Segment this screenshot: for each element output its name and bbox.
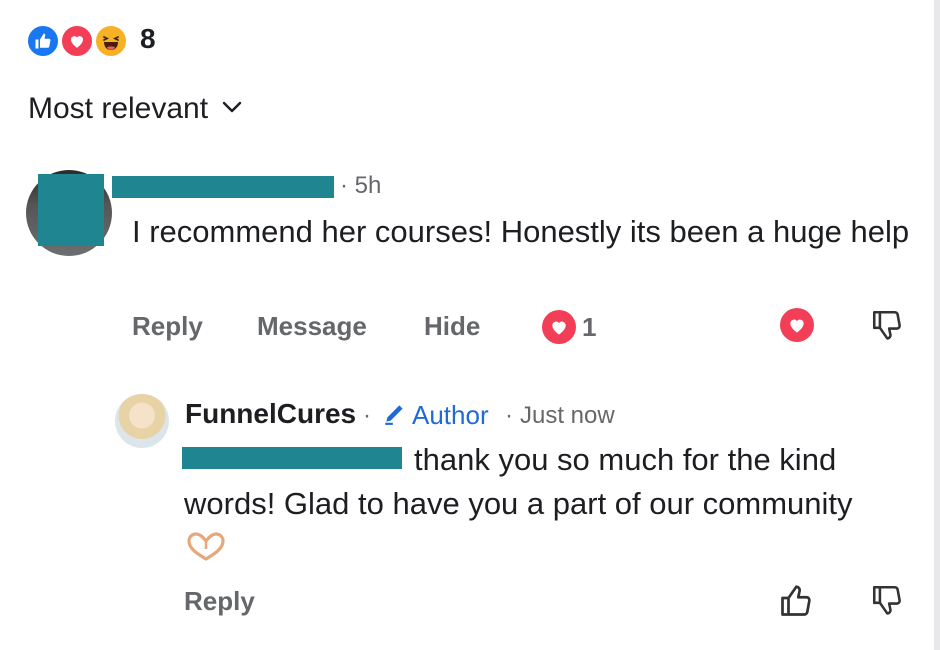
thumbs-up-icon — [778, 585, 814, 623]
thumbs-down-icon — [870, 585, 904, 621]
comment-text: I recommend her courses! Honestly its be… — [132, 214, 910, 249]
author-name[interactable]: FunnelCures — [185, 398, 356, 430]
separator-dot: · — [363, 402, 371, 429]
love-reaction-button[interactable] — [780, 308, 814, 342]
reply-button[interactable]: Reply — [184, 583, 255, 619]
haha-icon — [94, 24, 128, 58]
reactions-summary[interactable]: 8 — [26, 22, 156, 58]
heart-hands-emoji — [184, 530, 228, 567]
dislike-button[interactable] — [870, 308, 904, 347]
reaction-icons — [26, 22, 138, 58]
comment-reactions[interactable]: 1 — [542, 310, 596, 344]
love-icon — [780, 308, 814, 342]
redacted-commenter-name — [112, 176, 334, 198]
author-avatar[interactable] — [115, 394, 169, 448]
reply-text-content: thank you so much for the kind words! Gl… — [184, 442, 853, 521]
separator-dot: · — [505, 402, 513, 429]
reaction-count: 8 — [140, 23, 156, 54]
thumbs-down-icon — [870, 310, 904, 346]
reply-timestamp: Just now — [520, 402, 615, 429]
redaction-block — [38, 174, 104, 246]
author-badge-label: Author — [412, 400, 489, 430]
like-icon — [26, 24, 60, 58]
love-icon — [542, 310, 576, 344]
scroll-edge — [934, 0, 940, 650]
chevron-down-icon — [222, 100, 242, 119]
message-button[interactable]: Message — [257, 308, 367, 344]
comment-timestamp: · 5h — [340, 172, 382, 199]
like-button[interactable] — [778, 583, 814, 624]
reply-text: thank you so much for the kind words! Gl… — [184, 438, 924, 526]
comment-reaction-count: 1 — [582, 311, 597, 342]
pencil-icon — [382, 400, 408, 431]
comment-actions: Reply Message Hide 1 — [132, 308, 912, 344]
dislike-button[interactable] — [870, 583, 904, 622]
love-icon — [60, 24, 94, 58]
hide-button[interactable]: Hide — [424, 308, 480, 344]
reply-button[interactable]: Reply — [132, 308, 203, 344]
author-badge: Author — [382, 400, 489, 431]
sort-label: Most relevant — [28, 92, 209, 125]
sort-dropdown[interactable]: Most relevant — [28, 92, 242, 126]
